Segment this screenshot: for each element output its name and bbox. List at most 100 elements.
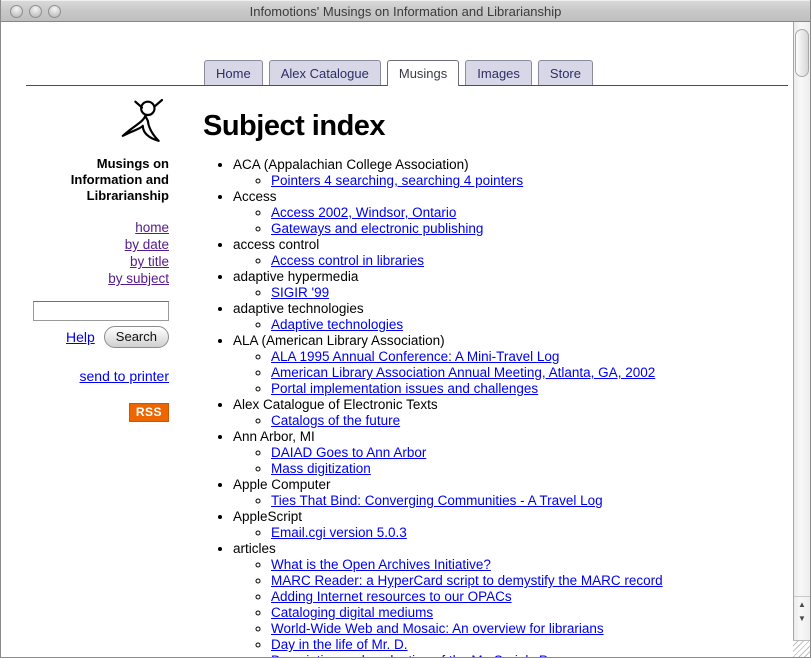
- sublink-item: Access control in libraries: [271, 253, 810, 269]
- sublink-item: World-Wide Web and Mosaic: An overview f…: [271, 621, 810, 637]
- sublink-item: Pointers 4 searching, searching 4 pointe…: [271, 173, 810, 189]
- page-title: Subject index: [203, 110, 810, 143]
- sublink-item: ALA 1995 Annual Conference: A Mini-Trave…: [271, 349, 810, 365]
- tab-store[interactable]: Store: [538, 60, 593, 85]
- subject-item: adaptive technologiesAdaptive technologi…: [233, 301, 810, 333]
- subject-link[interactable]: Access control in libraries: [271, 253, 424, 268]
- sublink-item: Ties That Bind: Converging Communities -…: [271, 493, 810, 509]
- subject-link[interactable]: Day in the life of Mr. D.: [271, 637, 408, 652]
- subject-link[interactable]: Pointers 4 searching, searching 4 pointe…: [271, 173, 523, 188]
- rss-row: RSS: [31, 403, 169, 422]
- subject-item: Alex Catalogue of Electronic TextsCatalo…: [233, 397, 810, 429]
- subject-sublinks: Catalogs of the future: [233, 413, 810, 429]
- sublink-item: MARC Reader: a HyperCard script to demys…: [271, 573, 810, 589]
- subject-sublinks: Access 2002, Windsor, OntarioGateways an…: [233, 205, 810, 237]
- sidebar-item-home[interactable]: home: [31, 219, 169, 236]
- browser-window: Infomotions' Musings on Information and …: [0, 0, 811, 658]
- subject-item: ACA (Appalachian College Association)Poi…: [233, 157, 810, 189]
- sidebar-item-by-date[interactable]: by date: [31, 236, 169, 253]
- sublink-item: What is the Open Archives Initiative?: [271, 557, 810, 573]
- subject-item: AppleScriptEmail.cgi version 5.0.3: [233, 509, 810, 541]
- sidebar-item-by-subject[interactable]: by subject: [31, 270, 169, 287]
- sublink-item: Cataloging digital mediums: [271, 605, 810, 621]
- sublink-item: Day in the life of Mr. D.: [271, 637, 810, 653]
- subject-label: Access: [233, 189, 277, 204]
- search-input[interactable]: [33, 301, 169, 321]
- subject-link[interactable]: Adaptive technologies: [271, 317, 403, 332]
- sublink-item: Email.cgi version 5.0.3: [271, 525, 810, 541]
- subject-link[interactable]: Ties That Bind: Converging Communities -…: [271, 493, 603, 508]
- subject-item: ALA (American Library Association)ALA 19…: [233, 333, 810, 397]
- subject-label: Ann Arbor, MI: [233, 429, 315, 444]
- subject-link[interactable]: Email.cgi version 5.0.3: [271, 525, 407, 540]
- sublink-item: Description and evaluation of the Mr. Se…: [271, 653, 810, 658]
- subject-link[interactable]: Cataloging digital mediums: [271, 605, 433, 620]
- subject-link[interactable]: MARC Reader: a HyperCard script to demys…: [271, 573, 663, 588]
- subject-label: access control: [233, 237, 319, 252]
- sidebar: Musings on Information and Librarianship…: [1, 96, 179, 658]
- subject-link[interactable]: Gateways and electronic publishing: [271, 221, 483, 236]
- sublink-item: Adding Internet resources to our OPACs: [271, 589, 810, 605]
- subject-link[interactable]: Description and evaluation of the Mr. Se…: [271, 653, 588, 658]
- subject-label: ALA (American Library Association): [233, 333, 445, 348]
- subject-sublinks: ALA 1995 Annual Conference: A Mini-Trave…: [233, 349, 810, 397]
- scrollbar-thumb[interactable]: [795, 29, 809, 77]
- subject-link[interactable]: Adding Internet resources to our OPACs: [271, 589, 512, 604]
- sublink-item: Catalogs of the future: [271, 413, 810, 429]
- dancing-figure-icon: [117, 98, 167, 152]
- sublink-item: DAIAD Goes to Ann Arbor: [271, 445, 810, 461]
- subject-label: Apple Computer: [233, 477, 331, 492]
- resize-grip[interactable]: [793, 640, 810, 657]
- subject-sublinks: DAIAD Goes to Ann ArborMass digitization: [233, 445, 810, 477]
- rss-badge[interactable]: RSS: [129, 403, 169, 422]
- site-title: Musings on Information and Librarianship: [31, 156, 169, 204]
- sidebar-item-by-title[interactable]: by title: [31, 253, 169, 270]
- sublink-item: Portal implementation issues and challen…: [271, 381, 810, 397]
- sublink-item: American Library Association Annual Meet…: [271, 365, 810, 381]
- subject-sublinks: Pointers 4 searching, searching 4 pointe…: [233, 173, 810, 189]
- tab-images[interactable]: Images: [465, 60, 532, 85]
- vertical-scrollbar[interactable]: ▲ ▼: [793, 22, 810, 657]
- subject-item: Apple ComputerTies That Bind: Converging…: [233, 477, 810, 509]
- window-controls: [10, 5, 61, 18]
- subject-item: adaptive hypermediaSIGIR '99: [233, 269, 810, 301]
- subject-sublinks: What is the Open Archives Initiative?MAR…: [233, 557, 810, 658]
- subject-link[interactable]: ALA 1995 Annual Conference: A Mini-Trave…: [271, 349, 559, 364]
- send-to-printer-link[interactable]: send to printer: [80, 368, 170, 384]
- subject-link[interactable]: Catalogs of the future: [271, 413, 400, 428]
- main-content: Subject index ACA (Appalachian College A…: [179, 96, 810, 658]
- subject-link[interactable]: American Library Association Annual Meet…: [271, 365, 655, 380]
- sublink-item: Adaptive technologies: [271, 317, 810, 333]
- subject-link[interactable]: Access 2002, Windsor, Ontario: [271, 205, 456, 220]
- subject-item: Ann Arbor, MIDAIAD Goes to Ann ArborMass…: [233, 429, 810, 477]
- zoom-button[interactable]: [48, 5, 61, 18]
- subject-link[interactable]: DAIAD Goes to Ann Arbor: [271, 445, 426, 460]
- subject-link[interactable]: Mass digitization: [271, 461, 371, 476]
- tab-musings[interactable]: Musings: [387, 60, 459, 86]
- subject-link[interactable]: SIGIR '99: [271, 285, 329, 300]
- subject-label: articles: [233, 541, 276, 556]
- subject-label: adaptive hypermedia: [233, 269, 358, 284]
- subject-label: adaptive technologies: [233, 301, 364, 316]
- subject-label: ACA (Appalachian College Association): [233, 157, 469, 172]
- window-titlebar: Infomotions' Musings on Information and …: [1, 0, 810, 22]
- window-title: Infomotions' Musings on Information and …: [250, 4, 562, 19]
- close-button[interactable]: [10, 5, 23, 18]
- scroll-down-button[interactable]: ▼: [794, 611, 810, 626]
- sidebar-nav: home by date by title by subject: [31, 219, 169, 287]
- subject-link[interactable]: Portal implementation issues and challen…: [271, 381, 538, 396]
- tab-home[interactable]: Home: [204, 60, 263, 85]
- scroll-up-button[interactable]: ▲: [794, 596, 810, 611]
- tab-alex-catalogue[interactable]: Alex Catalogue: [269, 60, 381, 85]
- subject-link[interactable]: What is the Open Archives Initiative?: [271, 557, 491, 572]
- subject-list: ACA (Appalachian College Association)Poi…: [203, 157, 810, 658]
- search-button[interactable]: Search: [104, 326, 169, 348]
- help-link[interactable]: Help: [66, 329, 95, 345]
- tab-bar: Home Alex Catalogue Musings Images Store: [26, 60, 788, 86]
- subject-link[interactable]: World-Wide Web and Mosaic: An overview f…: [271, 621, 604, 636]
- subject-label: AppleScript: [233, 509, 302, 524]
- minimize-button[interactable]: [29, 5, 42, 18]
- sublink-item: SIGIR '99: [271, 285, 810, 301]
- subject-item: AccessAccess 2002, Windsor, OntarioGatew…: [233, 189, 810, 237]
- subject-item: access controlAccess control in librarie…: [233, 237, 810, 269]
